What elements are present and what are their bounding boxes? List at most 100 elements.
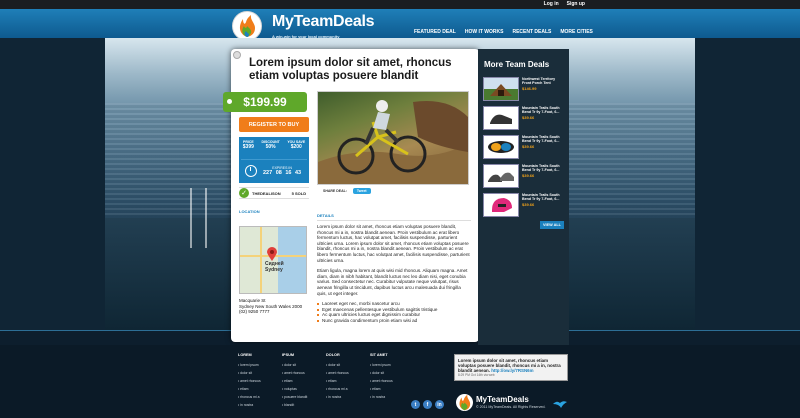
twitter-icon[interactable]: t: [411, 400, 420, 409]
gear-thumbnail: [483, 164, 519, 188]
stat-savings: YOU SAVE $200: [287, 140, 305, 150]
flame-logo-icon: [239, 15, 255, 37]
tweet-button[interactable]: Tweet: [352, 188, 371, 194]
facebook-icon[interactable]: f: [423, 400, 432, 409]
footer-link[interactable]: etiam: [326, 377, 349, 385]
footer-column-dolor: DOLOR dolor sit amet rhoncus etiam rhonc…: [326, 353, 349, 401]
top-bar: Log in Sign up: [0, 0, 800, 9]
nav-how-it-works[interactable]: HOW IT WORKS: [465, 29, 504, 35]
sold-count: 5 SOLD: [291, 190, 307, 196]
footer-link[interactable]: amet rhoncus: [282, 369, 307, 377]
footer-link[interactable]: in nostra: [370, 393, 393, 401]
footer-link[interactable]: dolor sit: [326, 361, 349, 369]
helmet-thumbnail: [483, 193, 519, 217]
goal-post: [205, 188, 207, 248]
footer-link[interactable]: rhoncus mi a: [326, 385, 349, 393]
stat-price-value: $399: [242, 144, 254, 150]
footer-link[interactable]: blandit: [282, 401, 307, 409]
site-header: MyTeamDeals A win-win for your local com…: [0, 9, 800, 41]
signup-link[interactable]: Sign up: [567, 1, 585, 7]
gear-thumbnail: [483, 135, 519, 159]
footer-link[interactable]: posuere blandit: [282, 393, 307, 401]
countdown-timer: EXPIRES IN 227 08 16 43: [241, 159, 307, 179]
more-deal-title: Mountain Trails South Bend Tr 9y 7-Foot,…: [522, 106, 560, 115]
stat-price: PRICE $399: [243, 140, 254, 150]
more-deal-item[interactable]: Mountain Trails South Bend Tr 9y 7-Foot,…: [483, 164, 565, 190]
deal-stats-box: PRICE $399 DISCOUNT 50% YOU SAVE $200 EX…: [239, 137, 309, 183]
footer-link[interactable]: lorem ipsum: [238, 361, 261, 369]
footer-link[interactable]: in nostra: [326, 393, 349, 401]
mountain-bike-photo: [317, 91, 469, 185]
footer-link[interactable]: amet rhoncus: [370, 377, 393, 385]
footer-link[interactable]: dolor sit: [282, 361, 307, 369]
footer-link[interactable]: amet rhoncus: [326, 369, 349, 377]
footer-column-sit-amet: SIT AMET lorem ipsum dolor sit amet rhon…: [370, 353, 393, 401]
footer-link[interactable]: etiam: [282, 377, 307, 385]
deal-title: Lorem ipsum dolor sit amet, rhoncus etia…: [249, 57, 452, 82]
bird-icon: [553, 401, 567, 408]
more-deal-item[interactable]: Mountain Trails South Bend Tr 9y 7-Foot,…: [483, 135, 565, 161]
login-link[interactable]: Log in: [544, 1, 559, 7]
view-all-button[interactable]: VIEW ALL: [540, 221, 564, 229]
map-city-english: Sydney: [265, 267, 283, 273]
stat-savings-value: $200: [290, 144, 302, 150]
deal-status: ✓ THEDEALISON 5 SOLD: [239, 187, 309, 199]
footer-link[interactable]: etiam: [370, 385, 393, 393]
footer-link[interactable]: voluptas: [282, 385, 307, 393]
tent-thumbnail: [483, 77, 519, 101]
deal-on-text: THEDEALISON: [252, 190, 281, 196]
map-marker-icon[interactable]: [267, 247, 277, 261]
map-road: [260, 227, 262, 293]
footer-link[interactable]: amet rhoncus: [238, 377, 261, 385]
footer-column-heading: LOREM: [238, 353, 252, 357]
tent-image: [490, 84, 512, 96]
gear-thumbnail: [483, 106, 519, 130]
details-heading: DETAILS: [317, 213, 334, 218]
more-deal-price: $39.66: [522, 143, 535, 149]
location-map[interactable]: Сидней Sydney: [239, 226, 307, 294]
footer-link[interactable]: etiam: [238, 385, 261, 393]
tag-hole-icon: [227, 99, 232, 104]
more-deal-title: Mountain Trails South Bend Tr 9y 7-Foot,…: [522, 193, 560, 202]
hero-side-right: [695, 38, 800, 330]
more-deal-price: $39.66: [522, 114, 535, 120]
footer-logo-icon: [456, 394, 473, 411]
share-row: SHARE DEAL: Tweet: [317, 186, 469, 196]
footer-link[interactable]: rhoncus mi a: [238, 393, 261, 401]
linkedin-icon[interactable]: in: [435, 400, 444, 409]
footer-link[interactable]: dolor sit: [370, 369, 393, 377]
nav-more-cities[interactable]: MORE CITIES: [560, 29, 593, 35]
nav-featured-deal[interactable]: FEATURED DEAL: [414, 29, 456, 35]
site-footer: LOREM lorem ipsum dolor sit amet rhoncus…: [0, 345, 800, 418]
footer-column-heading: SIT AMET: [370, 353, 388, 357]
map-city-label: Сидней Sydney: [265, 261, 284, 273]
footer-column-heading: DOLOR: [326, 353, 340, 357]
register-to-buy-button[interactable]: REGISTER TO BUY: [239, 117, 309, 132]
brand-logo[interactable]: [232, 11, 262, 41]
brand-name[interactable]: MyTeamDeals: [272, 13, 375, 31]
footer-link[interactable]: dolor sit: [238, 369, 261, 377]
stat-discount: DISCOUNT 50%: [261, 140, 279, 150]
shoe-image: [490, 114, 512, 124]
details-paragraph-1: Lorem ipsum dolor sit amet, rhoncus etia…: [317, 224, 470, 263]
checkmark-icon: ✓: [239, 188, 249, 198]
details-bullets: Laoreet eget nec, morbi nascetur arcu Eg…: [317, 301, 471, 323]
timer-value: 227 08 16 43: [263, 169, 302, 176]
stopwatch-icon: [245, 164, 257, 177]
footer-link[interactable]: in nostra: [238, 401, 261, 409]
footer-column-heading: IPSUM: [282, 353, 295, 357]
tweet-link[interactable]: http://ow.ly/7RSN6m: [491, 368, 533, 373]
more-deal-title: Mountain Trails South Bend Tr 9y 7-Foot,…: [522, 164, 560, 173]
flame-logo-icon: [459, 394, 471, 411]
more-deal-item[interactable]: Mountain Trails South Bend Tr 9y 7-Foot,…: [483, 106, 565, 132]
deal-details: Lorem ipsum dolor sit amet, rhoncus etia…: [317, 224, 471, 324]
more-deal-price: $39.66: [522, 172, 535, 178]
account-links: Log in Sign up: [544, 1, 585, 7]
nav-recent-deals[interactable]: RECENT DEALS: [512, 29, 551, 35]
more-deal-item[interactable]: Mountain Trails South Bend Tr 9y 7-Foot,…: [483, 193, 565, 219]
footer-brand[interactable]: MyTeamDeals: [476, 395, 529, 404]
deal-card: Lorem ipsum dolor sit amet, rhoncus etia…: [223, 49, 479, 342]
more-deal-item[interactable]: Northwest Territory Front Porch Tent $14…: [483, 77, 565, 103]
footer-link[interactable]: lorem ipsum: [370, 361, 393, 369]
helmet-image: [492, 198, 512, 212]
